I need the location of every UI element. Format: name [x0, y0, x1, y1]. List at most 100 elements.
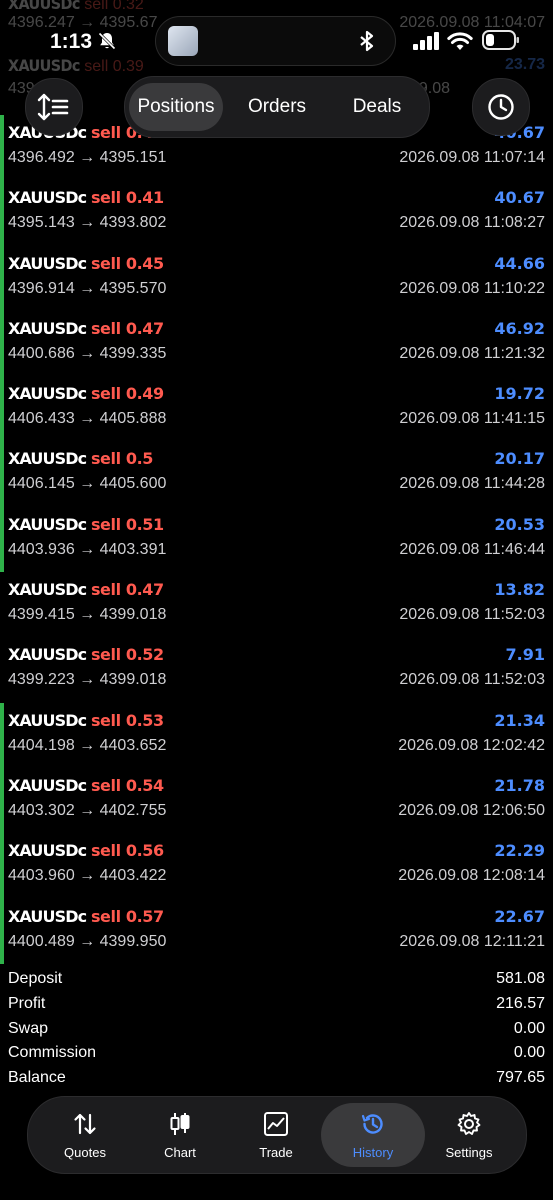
sort-button[interactable] — [25, 78, 83, 136]
deal-profit: 13.82 — [494, 580, 545, 600]
nav-chart[interactable]: Chart — [133, 1097, 227, 1173]
deal-row[interactable]: XAUUSDc sell 0.49 19.72 4406.433 → 4405.88… — [0, 376, 553, 442]
deal-profit: 21.34 — [494, 710, 545, 730]
deal-prices: 4396.492 → 4395.151 — [8, 149, 167, 166]
period-button[interactable] — [472, 78, 530, 136]
summary-label: Swap — [8, 1019, 49, 1037]
deal-title: XAUUSDc sell 0.51 — [8, 515, 164, 535]
deal-profit: 20.53 — [494, 514, 545, 534]
summary-label: Profit — [8, 994, 46, 1012]
deal-marker — [0, 245, 4, 311]
deal-symbol: XAUUSDc — [8, 514, 87, 534]
deal-title: XAUUSDc sell 0.5 — [8, 449, 153, 469]
deal-symbol: XAUUSDc — [8, 188, 87, 208]
deal-profit: 19.72 — [494, 384, 545, 404]
deal-prices: 4396.914 → 4395.570 — [8, 279, 167, 297]
deal-row[interactable]: XAUUSDc sell 0.47 46.92 4400.686 → 4399.33… — [0, 310, 553, 377]
deal-symbol: XAUUSDc — [8, 775, 87, 795]
deal-row[interactable]: XAUUSDc sell 0.56 22.29 4403.960 → 4403.42… — [0, 833, 553, 899]
deal-side-volume: sell 0.53 — [90, 710, 164, 730]
summary-label: Balance — [8, 1069, 66, 1087]
deal-symbol: XAUUSDc — [8, 449, 87, 469]
tab-deals[interactable]: Deals — [329, 83, 425, 131]
deal-row[interactable]: XAUUSDc sell 0.57 22.67 4400.489 → 4399.95… — [0, 898, 553, 964]
nav-label: Trade — [259, 1145, 293, 1160]
deal-side-volume: sell 0.47 — [90, 580, 164, 600]
deal-row[interactable]: XAUUSDc sell 0.41 40.67 4395.143 → 4393.80… — [0, 180, 553, 246]
deal-time: 2026.09.08 11:08:27 — [399, 214, 545, 232]
tab-orders[interactable]: Orders — [229, 83, 325, 131]
deal-symbol: XAUUSDc — [8, 318, 87, 338]
nav-label: Chart — [164, 1145, 196, 1160]
deal-prices: 4406.433 → 4405.888 — [8, 410, 167, 428]
deal-marker — [0, 115, 4, 181]
wifi-icon — [447, 32, 473, 50]
deal-prices: 4399.415 → 4399.018 — [8, 606, 167, 624]
nav-label: Quotes — [64, 1145, 106, 1160]
cellular-signal-icon — [413, 32, 439, 50]
deal-row[interactable]: XAUUSDc sell 0.47 13.82 4399.415 → 4399.01… — [0, 572, 553, 637]
account-summary: Deposit 581.08 Profit 216.57 Swap 0.00 Comm… — [8, 967, 545, 1091]
nav-label: History — [352, 1145, 394, 1160]
summary-value: 216.57 — [496, 994, 545, 1012]
summary-balance: Balance 797.65 — [8, 1066, 545, 1091]
deal-title: XAUUSDc sell 0.41 — [8, 188, 164, 208]
nav-history[interactable]: History — [321, 1103, 425, 1167]
deal-profit: 20.17 — [494, 449, 545, 469]
sort-icon — [37, 93, 69, 121]
deal-profit: 44.66 — [494, 253, 545, 273]
deal-marker — [0, 376, 4, 442]
deal-symbol: XAUUSDc — [8, 841, 87, 861]
deal-time: 2026.09.08 11:46:44 — [399, 540, 545, 558]
deal-symbol: XAUUSDc — [8, 253, 87, 273]
dynamic-island[interactable] — [155, 16, 396, 66]
deal-prices: 4403.936 → 4403.391 — [8, 540, 167, 558]
deal-symbol: XAUUSDc — [8, 906, 87, 926]
nav-trade[interactable]: Trade — [229, 1097, 323, 1173]
deal-profit: 40.67 — [494, 188, 545, 208]
battery-icon — [482, 30, 519, 50]
deal-side-volume: sell 0.49 — [90, 384, 164, 404]
deal-time: 2026.09.08 11:10:22 — [399, 279, 545, 297]
nav-quotes[interactable]: Quotes — [38, 1097, 132, 1173]
summary-value: 797.65 — [496, 1069, 545, 1087]
bell-muted-icon — [98, 32, 116, 50]
deal-marker — [0, 898, 4, 964]
deal-time: 2026.09.08 12:11:21 — [399, 932, 545, 950]
tab-positions[interactable]: Positions — [129, 83, 223, 131]
deal-row[interactable]: XAUUSDc sell 0.54 21.78 4403.302 → 4402.75… — [0, 767, 553, 834]
summary-value: 0.00 — [513, 1044, 545, 1062]
deal-side-volume: sell 0.57 — [90, 906, 164, 926]
deal-side-volume: sell 0.47 — [90, 318, 164, 338]
deals-list: XAUUSDc sell 0.41 40.67 4396.492 → 4395.15… — [0, 115, 553, 964]
candlestick-icon — [170, 1113, 190, 1135]
summary-deposit: Deposit 581.08 — [8, 967, 545, 992]
deal-title: XAUUSDc sell 0.53 — [8, 711, 164, 731]
deal-symbol: XAUUSDc — [8, 580, 87, 600]
deal-row[interactable]: XAUUSDc sell 0.5 20.17 4406.145 → 4405.600… — [0, 441, 553, 507]
deal-prices: 4406.145 → 4405.600 — [8, 475, 167, 493]
deal-marker — [0, 180, 4, 246]
summary-swap: Swap 0.00 — [8, 1017, 545, 1042]
deal-row[interactable]: XAUUSDc sell 0.45 44.66 4396.914 → 4395.57… — [0, 245, 553, 311]
deal-profit: 21.78 — [494, 775, 545, 795]
deal-row[interactable]: XAUUSDc sell 0.52 7.91 4399.223 → 4399.018… — [0, 637, 553, 702]
deal-time: 2026.09.08 11:52:03 — [399, 671, 545, 689]
deal-symbol: XAUUSDc — [8, 645, 87, 665]
nav-settings[interactable]: Settings — [422, 1097, 516, 1173]
deal-time: 2026.09.08 12:06:50 — [398, 801, 545, 819]
nav-label: Settings — [445, 1145, 493, 1160]
summary-value: 581.08 — [496, 970, 545, 987]
deal-marker — [0, 833, 4, 899]
deal-row[interactable]: XAUUSDc sell 0.53 21.34 4404.198 → 4403.65… — [0, 702, 553, 768]
deal-marker — [0, 506, 4, 573]
history-type-segmented-control: Positions Orders Deals — [124, 76, 430, 138]
deal-row[interactable]: XAUUSDc sell 0.51 20.53 4403.936 → 4403.39… — [0, 506, 553, 573]
deal-marker — [0, 310, 4, 377]
deal-time: 2026.09.08 11:52:03 — [399, 606, 545, 624]
history-clock-icon — [361, 1114, 383, 1134]
deal-time: 2026.09.08 11:07:14 — [399, 149, 545, 166]
deal-title: XAUUSDc sell 0.47 — [8, 319, 164, 339]
deal-title: XAUUSDc sell 0.56 — [8, 841, 164, 861]
deal-profit: 22.67 — [494, 906, 545, 926]
